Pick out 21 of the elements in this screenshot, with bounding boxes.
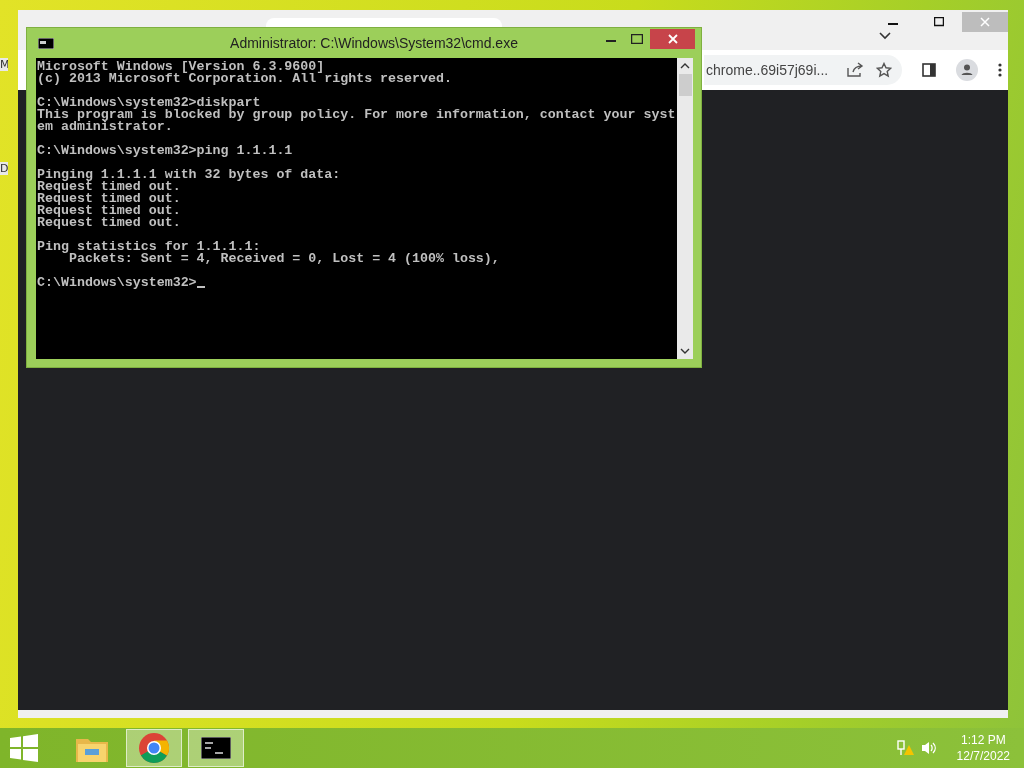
desktop-icon-label: D — [0, 162, 8, 175]
console-line: Request timed out. — [37, 217, 181, 229]
console-line: Packets: Sent = 4, Received = 0, Lost = 4 (100% loss), — [68, 253, 500, 265]
console-line: Request timed out. — [37, 181, 181, 193]
console-line: This program is blocked by group policy. For more information, contact your syst — [37, 109, 676, 121]
clock-date[interactable]: 12/7/2022 — [956, 748, 1010, 764]
clock-time[interactable]: 1:12 PM — [960, 732, 1006, 748]
window-title: Administrator: C:\Windows\System32\cmd.exe — [229, 35, 519, 51]
console-line: Request timed out. — [37, 193, 181, 205]
console-line: Request timed out. — [37, 205, 181, 217]
console-line: em administrator. — [37, 121, 173, 133]
address-text: chrome..69i57j69i... — [706, 62, 829, 78]
console-line: Ping statistics for 1.1.1.1: — [37, 241, 261, 253]
address-bar[interactable]: chrome..69i57j69i... — [704, 55, 902, 85]
console-line: C:\Windows\system32>ping 1.1.1.1 — [37, 145, 293, 157]
console-line: (c) 2013 Microsoft Corporation. All rights reserved. — [37, 73, 452, 85]
console-line: C:\Windows\system32> — [37, 277, 197, 289]
console-line: Pinging 1.1.1.1 with 32 bytes of data: — [37, 169, 341, 181]
console-line: Microsoft Windows [Version 6.3.9600] — [37, 61, 325, 73]
console-line: C:\Windows\system32>diskpart — [37, 97, 261, 109]
desktop-icon-label: M — [0, 58, 8, 71]
